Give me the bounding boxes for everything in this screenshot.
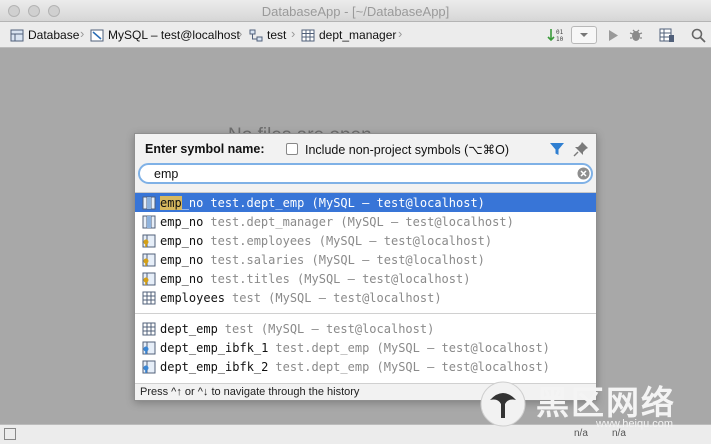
navigation-bar: Database › MySQL – test@localhost › test… [0,22,711,48]
result-row[interactable]: emp_no test.dept_manager (MySQL – test@l… [135,212,596,231]
search-icon[interactable] [689,26,707,44]
breadcrumb-separator: › [238,26,243,41]
result-context: test (MySQL – test@localhost) [224,321,435,336]
debug-icon[interactable] [627,26,645,44]
result-context: test.dept_manager (MySQL – test@localhos… [210,214,514,229]
svg-text:01: 01 [556,29,563,36]
goto-symbol-popup: Enter symbol name: Include non-project s… [134,133,597,401]
symbol-search-input[interactable] [154,166,554,182]
include-non-project-label[interactable]: Include non-project symbols (⌥⌘O) [305,142,509,157]
breadcrumb-mysql[interactable]: MySQL – test@localhost [90,27,240,43]
result-row[interactable]: emp_no test.titles (MySQL – test@localho… [135,269,596,288]
pin-icon[interactable] [573,141,589,157]
key-column-icon [142,234,156,247]
result-row[interactable]: emp_no test.dept_emp (MySQL – test@local… [135,193,596,212]
result-name: dept_emp [160,321,218,336]
chevron-down-icon [580,33,588,37]
clear-search-icon[interactable] [577,167,590,180]
result-row[interactable]: emp_no test.salaries (MySQL – test@local… [135,250,596,269]
database-icon [10,29,24,41]
result-row[interactable]: dept_emp_ibfk_1 test.dept_emp (MySQL – t… [135,338,596,357]
filter-icon[interactable] [549,141,565,157]
symbol-search-field[interactable] [138,163,593,184]
result-context: test.dept_emp (MySQL – test@localhost) [210,195,485,210]
result-name: dept_emp_ibfk_1 [160,340,269,355]
key-column-icon [142,272,156,285]
breadcrumb-label: test [267,28,287,42]
run-icon[interactable] [604,26,622,44]
foreign-key-icon [142,341,156,354]
result-name: employees [160,290,226,305]
result-name: emp_no [160,233,204,248]
key-column-icon [142,253,156,266]
window-title: DatabaseApp - [~/DatabaseApp] [261,4,450,19]
title-bar: DatabaseApp - [~/DatabaseApp] [0,0,711,22]
result-context: test.dept_emp (MySQL – test@localhost) [275,340,550,355]
result-name: emp_no [160,214,204,229]
table-icon [142,291,156,304]
foreign-key-icon [142,360,156,373]
tool-window-toggle-icon[interactable] [4,428,16,440]
result-row[interactable]: dept_emp test (MySQL – test@localhost) [135,319,596,338]
mysql-icon [90,29,104,41]
schema-icon [249,29,263,41]
breadcrumb-label: MySQL – test@localhost [108,28,240,42]
project-structure-icon[interactable] [658,26,676,44]
result-context: test (MySQL – test@localhost) [232,290,442,305]
watermark-text: 黑区网络 [536,383,676,422]
symbol-results-list: emp_no test.dept_emp (MySQL – test@local… [135,192,596,383]
breadcrumb-label: Database [28,28,80,42]
popup-prompt: Enter symbol name: [145,142,265,156]
results-divider [135,313,596,314]
watermark-logo: 黑区网络 www.heiqu.com [478,374,711,430]
include-non-project-checkbox[interactable] [286,143,298,155]
result-context: test.dept_emp (MySQL – test@localhost) [275,359,550,374]
column-icon [142,215,156,228]
breadcrumb-schema[interactable]: test [249,27,286,43]
breadcrumb-separator: › [398,26,403,41]
svg-text:10: 10 [556,36,563,43]
result-context: test.titles (MySQL – test@localhost) [210,271,471,286]
result-row[interactable]: emp_no test.employees (MySQL – test@loca… [135,231,596,250]
result-name: emp_no [160,252,204,267]
result-name: emp_no [160,195,204,210]
sort-icon[interactable]: 01 10 [546,26,564,44]
match-highlight: emp [160,195,182,210]
table-icon [301,29,315,41]
table-icon [142,322,156,335]
breadcrumb-separator: › [291,26,296,41]
result-name: dept_emp_ibfk_2 [160,359,269,374]
run-configuration-dropdown[interactable] [571,26,597,44]
breadcrumb-table[interactable]: dept_manager [301,27,396,43]
breadcrumb-separator: › [80,26,85,41]
watermark-url: www.heiqu.com [596,418,674,430]
result-context: test.salaries (MySQL – test@localhost) [210,252,485,267]
result-context: test.employees (MySQL – test@localhost) [210,233,493,248]
column-icon [142,196,156,209]
result-name: emp_no [160,271,204,286]
result-row[interactable]: employees test (MySQL – test@localhost) [135,288,596,307]
breadcrumb-database[interactable]: Database [10,27,79,43]
breadcrumb-label: dept_manager [319,28,397,42]
